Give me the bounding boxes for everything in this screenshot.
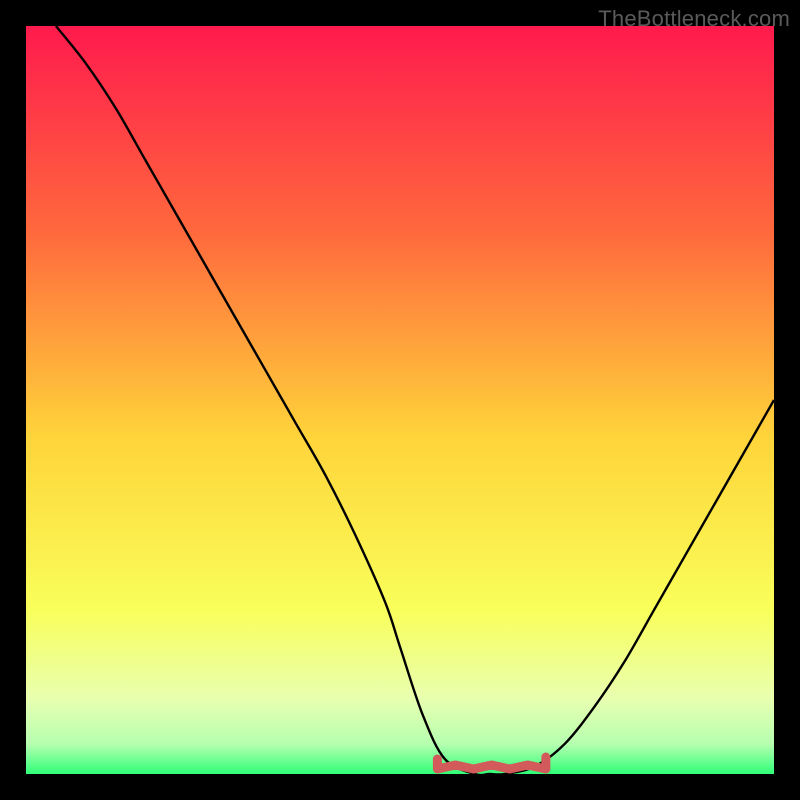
chart-stage: TheBottleneck.com <box>0 0 800 800</box>
plot-area <box>26 26 774 774</box>
watermark-text: TheBottleneck.com <box>598 6 790 32</box>
plot-svg <box>26 26 774 774</box>
gradient-background <box>26 26 774 774</box>
